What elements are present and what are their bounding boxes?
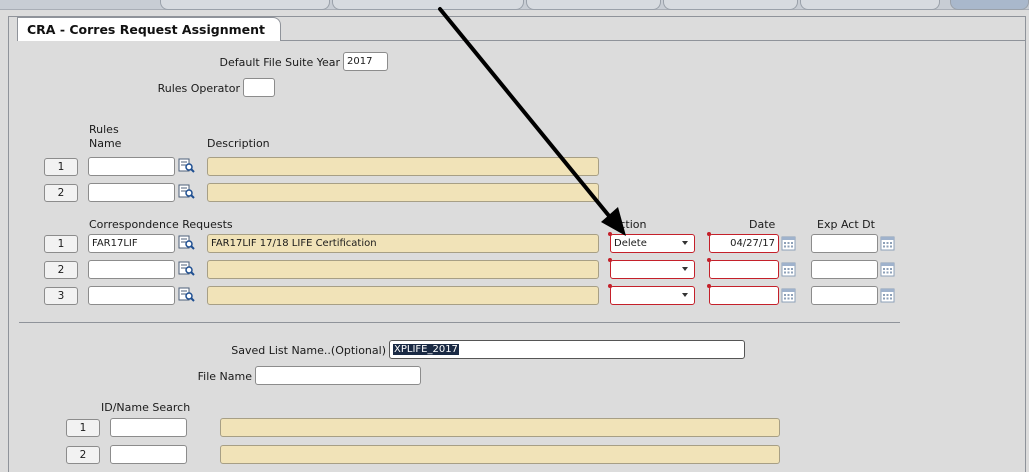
lookup-icon[interactable] <box>177 286 195 303</box>
tab-cra[interactable]: CRA - Corres Request Assignment <box>17 17 281 41</box>
required-marker <box>707 232 711 236</box>
corr-description-field: FAR17LIF 17/18 LIFE Certification <box>207 234 599 253</box>
file-name-input[interactable] <box>255 366 421 385</box>
exp-act-dt-input[interactable] <box>811 234 878 253</box>
id-search-row-button[interactable]: 1 <box>66 419 100 437</box>
corr-description-field <box>207 286 599 305</box>
background-tab[interactable] <box>160 0 330 10</box>
background-tab[interactable] <box>950 0 1029 10</box>
date-input[interactable] <box>709 286 779 305</box>
corr-row-button[interactable]: 1 <box>44 235 78 253</box>
rules-row-button[interactable]: 2 <box>44 184 78 202</box>
chevron-down-icon <box>682 267 688 271</box>
calendar-icon[interactable] <box>880 262 895 277</box>
corr-requests-header: Correspondence Requests <box>89 218 233 231</box>
date-input[interactable]: 04/27/17 <box>709 234 779 253</box>
exp-act-dt-input[interactable] <box>811 260 878 279</box>
rules-description-field <box>207 183 599 202</box>
required-marker <box>707 258 711 262</box>
rules-description-field <box>207 157 599 176</box>
rules-operator-input[interactable] <box>243 78 275 97</box>
id-name-search-header: ID/Name Search <box>101 401 191 414</box>
id-input[interactable] <box>110 418 187 437</box>
rules-operator-label: Rules Operator <box>157 82 240 95</box>
exp-act-dt-header: Exp Act Dt <box>817 218 875 231</box>
action-value: Delete <box>614 238 647 249</box>
background-tab[interactable] <box>663 0 798 10</box>
calendar-icon[interactable] <box>781 262 796 277</box>
action-select[interactable] <box>610 260 695 279</box>
description-header: Description <box>207 137 270 150</box>
action-select[interactable] <box>610 286 695 305</box>
rules-name-header: Name <box>89 137 122 150</box>
action-header: Action <box>612 218 647 231</box>
top-toolbar-strip <box>0 0 1029 10</box>
required-marker <box>608 232 612 236</box>
id-search-row-button[interactable]: 2 <box>66 446 100 464</box>
background-tab[interactable] <box>800 0 940 10</box>
rules-header: Rules <box>89 123 119 136</box>
saved-list-label: Saved List Name..(Optional) <box>231 344 386 357</box>
tab-divider <box>281 40 1026 41</box>
calendar-icon[interactable] <box>880 236 895 251</box>
id-name-field <box>220 445 780 464</box>
action-select[interactable]: Delete <box>610 234 695 253</box>
required-marker <box>608 258 612 262</box>
lookup-icon[interactable] <box>177 183 195 200</box>
saved-list-input[interactable]: XPLIFE_2017 <box>389 340 745 359</box>
rules-row-button[interactable]: 1 <box>44 158 78 176</box>
required-marker <box>707 284 711 288</box>
file-name-label: File Name <box>197 370 252 383</box>
file-suite-year-input[interactable]: 2017 <box>343 52 388 71</box>
rules-name-input[interactable] <box>88 183 175 202</box>
corr-request-input[interactable] <box>88 260 175 279</box>
id-name-field <box>220 418 780 437</box>
id-input[interactable] <box>110 445 187 464</box>
saved-list-value: XPLIFE_2017 <box>393 344 459 355</box>
background-tab[interactable] <box>332 0 524 10</box>
chevron-down-icon <box>682 241 688 245</box>
exp-act-dt-input[interactable] <box>811 286 878 305</box>
chevron-down-icon <box>682 293 688 297</box>
calendar-icon[interactable] <box>781 288 796 303</box>
corr-row-button[interactable]: 2 <box>44 261 78 279</box>
corr-row-button[interactable]: 3 <box>44 287 78 305</box>
corr-request-input[interactable]: FAR17LIF <box>88 234 175 253</box>
section-divider <box>19 322 900 323</box>
lookup-icon[interactable] <box>177 157 195 174</box>
calendar-icon[interactable] <box>880 288 895 303</box>
lookup-icon[interactable] <box>177 260 195 277</box>
file-suite-year-label: Default File Suite Year <box>219 56 340 69</box>
rules-name-input[interactable] <box>88 157 175 176</box>
calendar-icon[interactable] <box>781 236 796 251</box>
date-header: Date <box>749 218 776 231</box>
date-input[interactable] <box>709 260 779 279</box>
required-marker <box>608 284 612 288</box>
lookup-icon[interactable] <box>177 234 195 251</box>
background-tab[interactable] <box>526 0 661 10</box>
corr-description-field <box>207 260 599 279</box>
corr-request-input[interactable] <box>88 286 175 305</box>
